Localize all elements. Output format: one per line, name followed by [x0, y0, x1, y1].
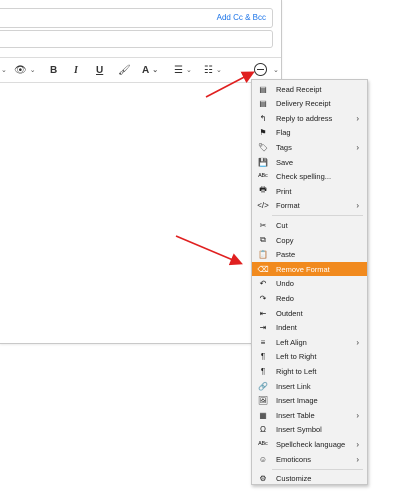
arrow-to-more-button — [205, 71, 255, 98]
arrow-to-remove-format — [175, 235, 243, 266]
annotation-arrows — [175, 71, 255, 266]
